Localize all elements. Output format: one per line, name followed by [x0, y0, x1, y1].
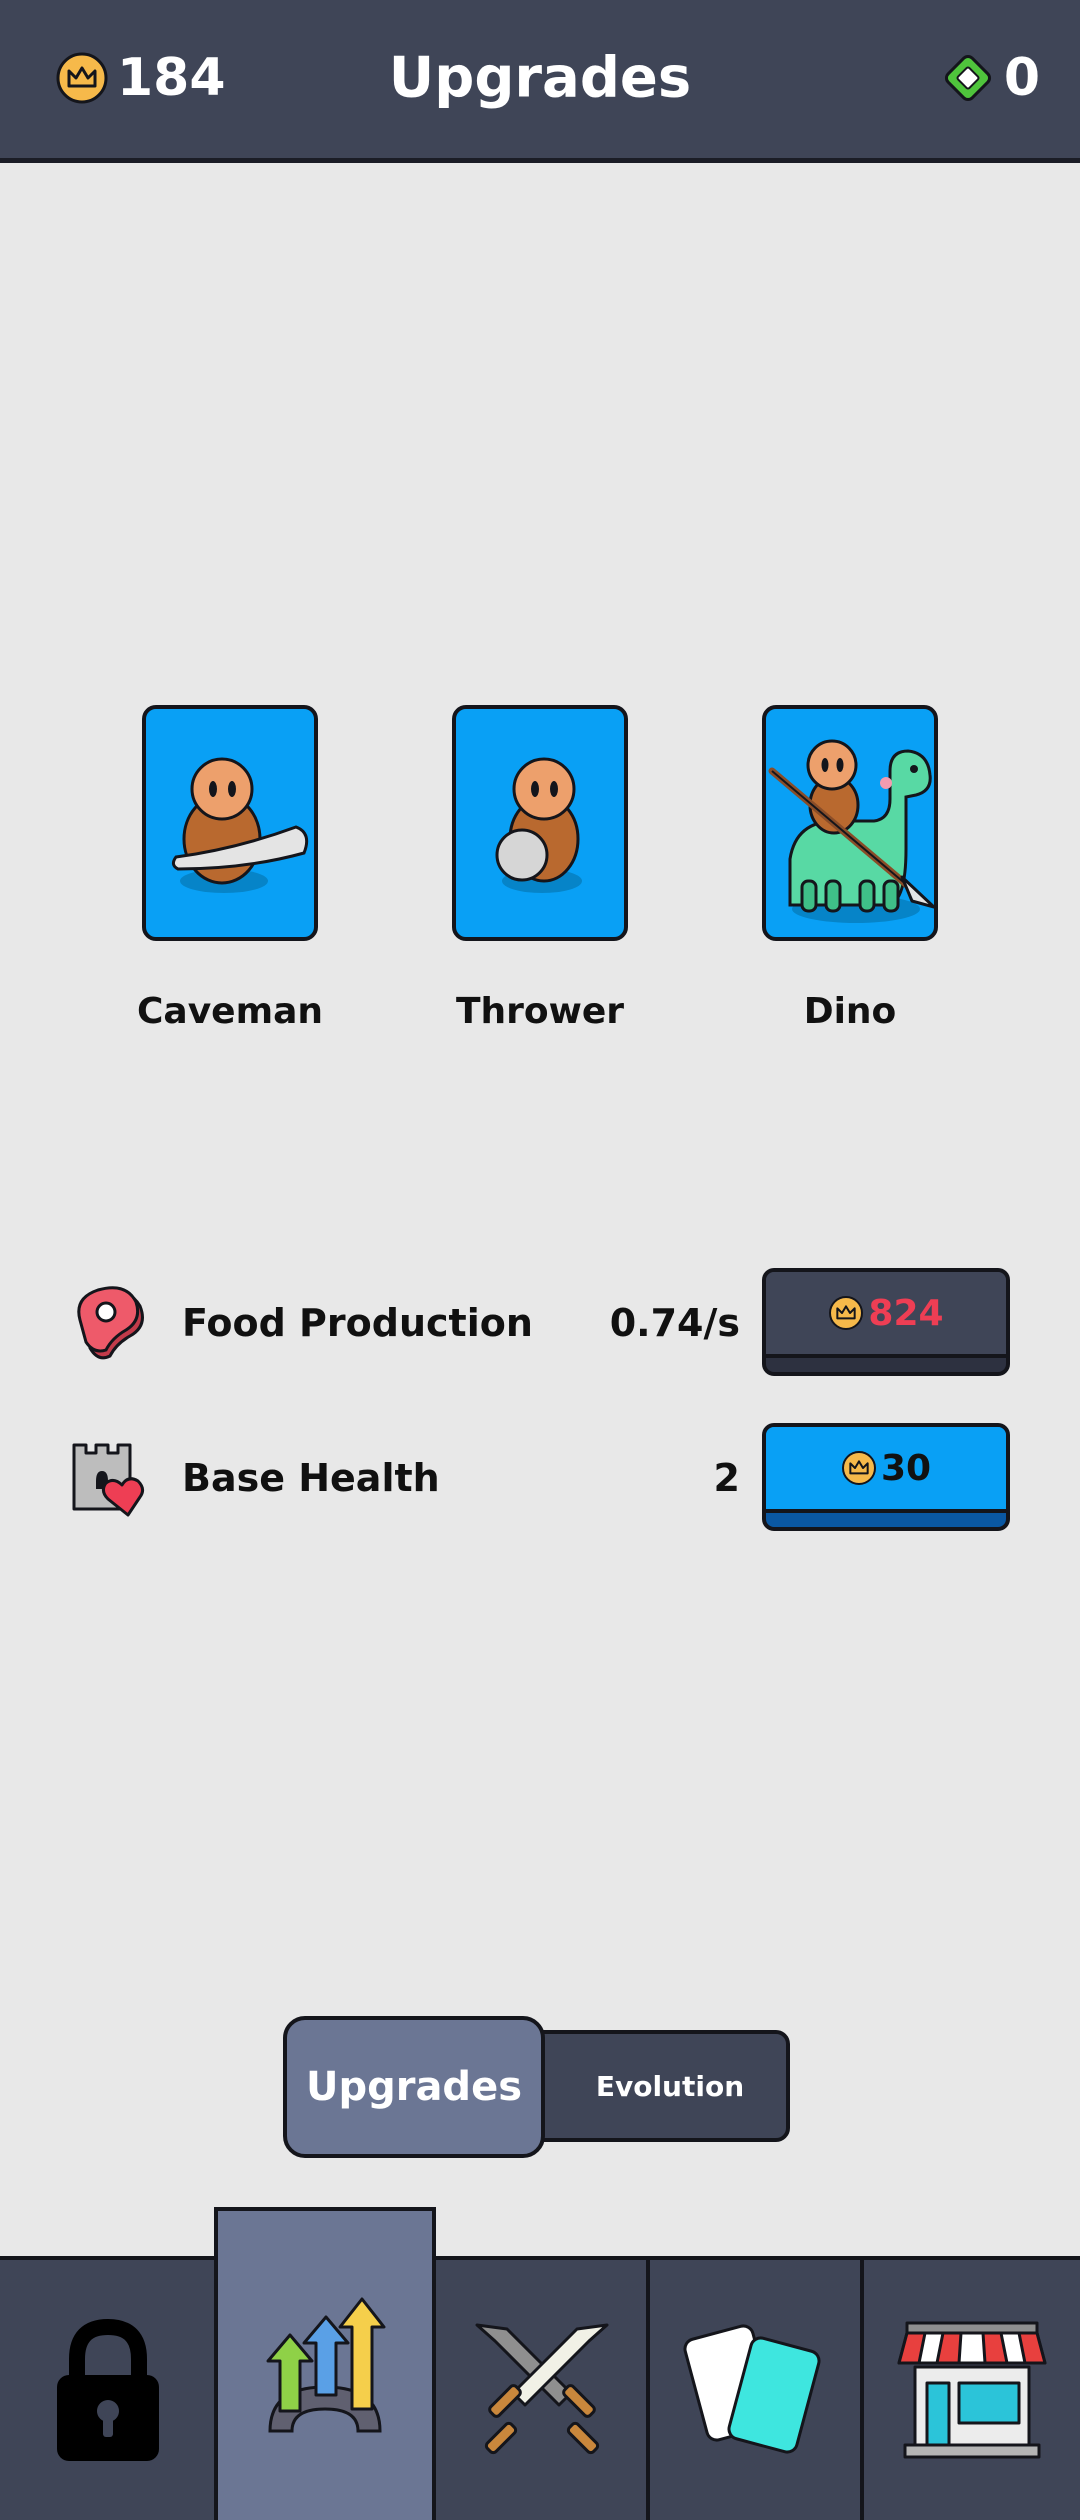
buy-food-production-button[interactable]: 824 — [762, 1268, 1010, 1376]
caveman-rock-icon — [495, 757, 582, 893]
upgrade-value: 2 — [713, 1456, 740, 1500]
unit-dino[interactable]: Dino — [760, 705, 940, 1032]
upgrade-value: 0.74/s — [609, 1301, 740, 1345]
shop-icon — [897, 2321, 1047, 2459]
cards-icon — [683, 2324, 821, 2454]
upgrade-cost: 30 — [880, 1447, 932, 1489]
unit-label: Caveman — [136, 991, 324, 1032]
upgrade-name: Food Production — [182, 1301, 533, 1345]
tab-upgrades[interactable]: Upgrades — [283, 2016, 545, 2158]
crown-coin-icon — [829, 1296, 864, 1330]
nav-cards[interactable] — [646, 2256, 862, 2520]
buy-base-health-button[interactable]: 30 — [762, 1423, 1010, 1531]
nav-upgrades[interactable] — [214, 2207, 436, 2520]
top-bar: 184 Upgrades 0 — [0, 0, 1080, 163]
unit-label: Thrower — [455, 991, 625, 1032]
page-title: Upgrades — [388, 45, 692, 111]
unit-caveman[interactable]: Caveman — [137, 705, 323, 1032]
dino-rider-spear-icon — [768, 739, 934, 923]
crown-coin-icon — [841, 1451, 876, 1485]
lock-icon — [57, 2318, 159, 2461]
upgrade-cost: 824 — [868, 1292, 944, 1334]
nav-locked[interactable] — [0, 2256, 216, 2520]
unit-label: Dino — [803, 991, 897, 1032]
upgrade-row-base-health: Base Health 2 30 — [70, 1423, 1010, 1533]
gem-count: 0 — [1003, 48, 1040, 108]
unit-thrower[interactable]: Thrower — [450, 705, 630, 1032]
upgrade-name: Base Health — [182, 1456, 440, 1500]
upgrade-row-food-production: Food Production 0.74/s 824 — [70, 1268, 1010, 1378]
gem-counter: 0 — [940, 48, 1040, 108]
crossed-swords-icon — [475, 2323, 609, 2455]
nav-battle[interactable] — [432, 2256, 648, 2520]
unit-card[interactable] — [762, 705, 938, 941]
nav-shop[interactable] — [860, 2256, 1080, 2520]
tab-evolution[interactable]: Evolution — [520, 2030, 790, 2142]
meat-icon — [77, 1286, 144, 1360]
unit-card[interactable] — [452, 705, 628, 941]
unit-card[interactable] — [142, 705, 318, 941]
upgrade-arrows-gear-icon — [266, 2297, 386, 2432]
caveman-club-icon — [171, 757, 309, 893]
green-diamond-icon — [944, 54, 991, 102]
castle-heart-icon — [72, 1443, 145, 1517]
